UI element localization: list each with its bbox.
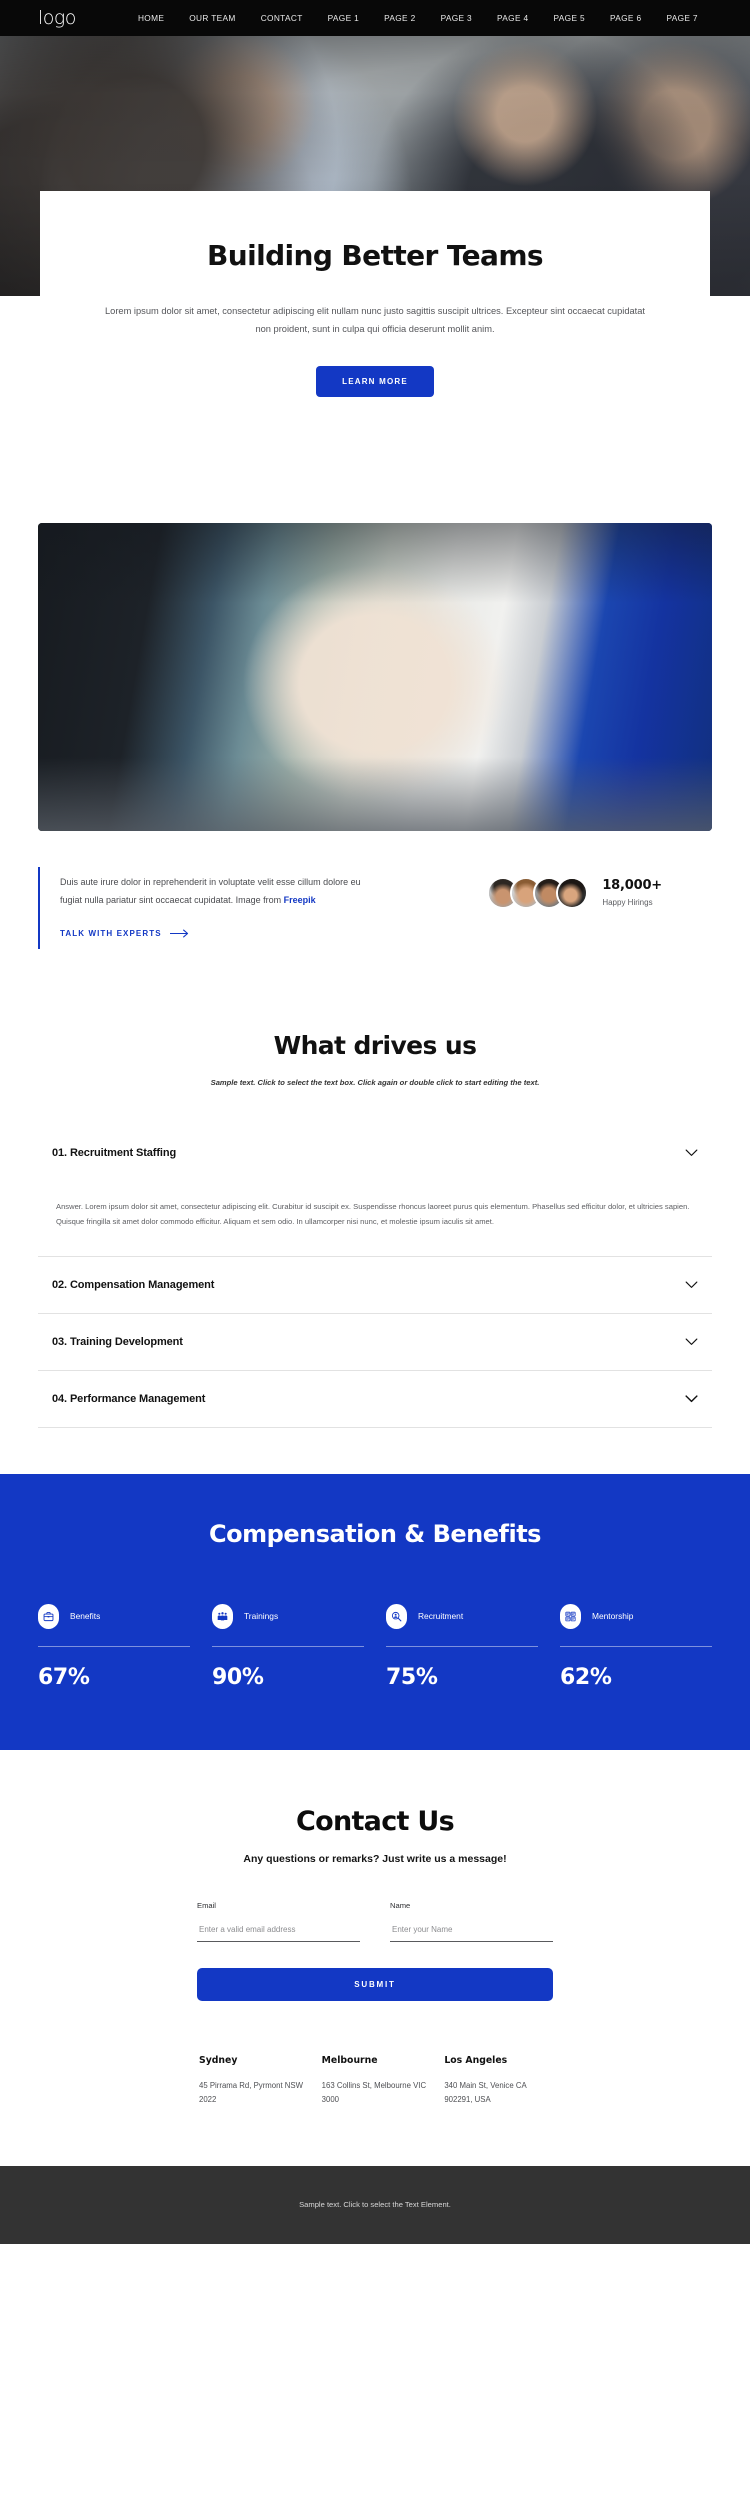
office-sydney: Sydney 45 Pirrama Rd, Pyrmont NSW 2022: [199, 2055, 322, 2108]
metric-value: 62%: [560, 1664, 612, 1690]
quote-block: Duis aute irure dolor in reprehenderit i…: [38, 866, 383, 949]
nav-link-page-4[interactable]: PAGE 4: [497, 13, 528, 23]
nav-link-page-3[interactable]: PAGE 3: [441, 13, 472, 23]
metric-label: Trainings: [244, 1611, 279, 1622]
metric-value: 90%: [212, 1664, 264, 1690]
office-city: Los Angeles: [444, 2054, 508, 2066]
metric-benefits: Benefits 67%: [38, 1603, 190, 1690]
accordion-body: Answer. Lorem ipsum dolor sit amet, cons…: [56, 1201, 690, 1227]
freepik-link[interactable]: Freepik: [284, 895, 316, 905]
office-los-angeles: Los Angeles 340 Main St, Venice CA 90229…: [444, 2055, 555, 2108]
avatar-group: [487, 876, 589, 909]
chevron-down-icon[interactable]: [685, 1281, 698, 1289]
footer-text: Sample text. Click to select the Text El…: [299, 2200, 451, 2210]
hero-paragraph: Lorem ipsum dolor sit amet, consectetur …: [105, 305, 645, 334]
accordion-title: 04. Performance Management: [52, 1392, 206, 1405]
compensation-benefits-section: Compensation & Benefits Benefits 67% Tra…: [0, 1473, 750, 1750]
accordion-header[interactable]: 03. Training Development: [38, 1314, 712, 1370]
nav-link-our-team[interactable]: OUR TEAM: [189, 13, 235, 23]
nav-link-page-7[interactable]: PAGE 7: [666, 13, 697, 23]
learn-more-button[interactable]: LEARN MORE: [316, 365, 434, 397]
metric-label: Benefits: [70, 1611, 101, 1622]
site-footer: Sample text. Click to select the Text El…: [0, 2165, 750, 2244]
group-people-icon: [212, 1603, 233, 1629]
metric-divider: [560, 1645, 712, 1647]
office-address: 340 Main St, Venice CA 902291, USA: [444, 2080, 527, 2105]
arrow-right-icon: [169, 929, 188, 938]
accordion-item-recruitment-staffing: 01. Recruitment Staffing Answer. Lorem i…: [38, 1125, 712, 1257]
email-field-group: Email: [197, 1901, 360, 1942]
name-input[interactable]: [390, 1920, 553, 1942]
primary-nav: HOME OUR TEAM CONTACT PAGE 1 PAGE 2 PAGE…: [138, 13, 698, 23]
briefcase-icon: [38, 1603, 59, 1629]
benefits-heading: Compensation & Benefits: [209, 1519, 541, 1548]
nav-link-page-5[interactable]: PAGE 5: [554, 13, 585, 23]
metric-value: 75%: [386, 1664, 438, 1690]
office-city: Sydney: [199, 2054, 238, 2066]
contact-form: Email Name: [197, 1901, 553, 1942]
chevron-down-icon[interactable]: [685, 1338, 698, 1346]
stat-label: Happy Hirings: [602, 898, 653, 908]
nav-link-page-2[interactable]: PAGE 2: [384, 13, 415, 23]
chevron-down-icon[interactable]: [685, 1149, 698, 1157]
talk-with-experts-link[interactable]: TALK WITH EXPERTS: [60, 929, 190, 938]
chevron-down-icon[interactable]: [685, 1395, 698, 1403]
contact-tagline: Any questions or remarks? Just write us …: [243, 1852, 507, 1865]
office-city: Melbourne: [321, 2054, 378, 2066]
hero-card: Building Better Teams Lorem ipsum dolor …: [40, 191, 710, 449]
site-logo[interactable]: logo: [38, 8, 76, 28]
metric-divider: [212, 1645, 364, 1647]
metric-label: Mentorship: [592, 1611, 634, 1622]
accordion-item-training-development: 03. Training Development: [38, 1314, 712, 1371]
accordion-header[interactable]: 02. Compensation Management: [38, 1257, 712, 1313]
offices-list: Sydney 45 Pirrama Rd, Pyrmont NSW 2022 M…: [195, 2055, 555, 2108]
office-address: 163 Collins St, Melbourne VIC 3000: [321, 2080, 427, 2105]
name-field-group: Name: [390, 1901, 553, 1942]
accordion-title: 01. Recruitment Staffing: [52, 1146, 177, 1159]
office-melbourne: Melbourne 163 Collins St, Melbourne VIC …: [322, 2055, 445, 2108]
team-section: Duis aute irure dolor in reprehenderit i…: [0, 522, 750, 949]
nav-link-home[interactable]: HOME: [138, 13, 164, 23]
nav-link-contact[interactable]: CONTACT: [261, 13, 303, 23]
metric-value: 67%: [38, 1664, 90, 1690]
team-handshake-photo: [38, 522, 712, 831]
drives-subtitle: Sample text. Click to select the text bo…: [210, 1077, 540, 1087]
stat-value: 18,000+: [602, 878, 662, 894]
metric-mentorship: Mentorship 62%: [560, 1603, 712, 1690]
hero-section: Building Better Teams Lorem ipsum dolor …: [0, 36, 750, 449]
metric-divider: [386, 1645, 538, 1647]
top-navigation-bar: logo HOME OUR TEAM CONTACT PAGE 1 PAGE 2…: [0, 0, 750, 36]
metric-trainings: Trainings 90%: [212, 1603, 364, 1690]
accordion-item-compensation-management: 02. Compensation Management: [38, 1257, 712, 1314]
accordion-item-performance-management: 04. Performance Management: [38, 1371, 712, 1428]
metric-label: Recruitment: [418, 1611, 464, 1622]
happy-hirings-stat: 18,000+ Happy Hirings: [487, 876, 662, 909]
contact-heading: Contact Us: [295, 1805, 455, 1837]
accordion: 01. Recruitment Staffing Answer. Lorem i…: [0, 1125, 750, 1428]
accordion-header[interactable]: 01. Recruitment Staffing: [38, 1125, 712, 1181]
talk-with-experts-label: TALK WITH EXPERTS: [60, 928, 162, 938]
submit-button[interactable]: SUBMIT: [197, 1967, 553, 2001]
what-drives-us-section: What drives us Sample text. Click to sel…: [0, 1031, 750, 1428]
accordion-title: 02. Compensation Management: [52, 1278, 215, 1291]
name-label: Name: [390, 1900, 411, 1910]
metric-recruitment: Recruitment 75%: [386, 1603, 538, 1690]
quote-text: Duis aute irure dolor in reprehenderit i…: [60, 876, 361, 905]
office-address: 45 Pirrama Rd, Pyrmont NSW 2022: [199, 2080, 303, 2105]
nav-link-page-6[interactable]: PAGE 6: [610, 13, 641, 23]
email-label: Email: [197, 1900, 216, 1910]
metrics-row: Benefits 67% Trainings 90% Recruitment 7…: [38, 1603, 712, 1690]
accordion-title: 03. Training Development: [52, 1335, 183, 1348]
avatar: [556, 876, 589, 909]
nav-link-page-1[interactable]: PAGE 1: [328, 13, 359, 23]
id-cards-icon: [560, 1603, 581, 1629]
accordion-header[interactable]: 04. Performance Management: [38, 1371, 712, 1427]
drives-heading: What drives us: [273, 1030, 477, 1060]
page-title: Building Better Teams: [207, 239, 544, 272]
metric-divider: [38, 1645, 190, 1647]
quote-row: Duis aute irure dolor in reprehenderit i…: [38, 866, 712, 949]
email-input[interactable]: [197, 1920, 360, 1942]
magnifier-person-icon: [386, 1603, 407, 1629]
contact-section: Contact Us Any questions or remarks? Jus…: [0, 1750, 750, 2108]
